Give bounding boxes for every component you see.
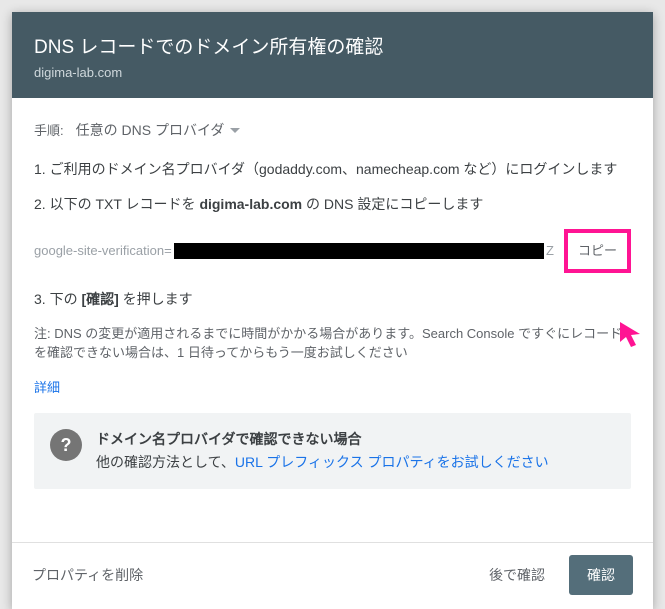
info-box: ? ドメイン名プロバイダで確認できない場合 他の確認方法として、URL プレフィ… [34, 413, 631, 489]
steps-label: 手順: [34, 121, 64, 141]
txt-record-suffix: Z [546, 241, 554, 261]
details-link[interactable]: 詳細 [34, 378, 60, 398]
info-content: ドメイン名プロバイダで確認できない場合 他の確認方法として、URL プレフィック… [96, 429, 549, 473]
dialog-header: DNS レコードでのドメイン所有権の確認 digima-lab.com [12, 12, 653, 98]
step-2-text: 2. 以下の TXT レコードを digima-lab.com の DNS 設定… [34, 194, 631, 215]
txt-record-row: google-site-verification= Z コピー [34, 229, 631, 273]
info-title: ドメイン名プロバイダで確認できない場合 [96, 429, 549, 450]
info-desc-prefix: 他の確認方法として、 [96, 454, 235, 470]
dialog-title: DNS レコードでのドメイン所有権の確認 [34, 32, 631, 59]
txt-record-field[interactable]: google-site-verification= Z [34, 241, 560, 261]
step-3-bold: [確認] [81, 291, 118, 307]
step-3-prefix: 3. 下の [34, 291, 81, 307]
step-3-text: 3. 下の [確認] を押します [34, 289, 631, 310]
step-1-text: 1. ご利用のドメイン名プロバイダ（godaddy.com、namecheap.… [34, 159, 631, 180]
question-icon: ? [50, 429, 82, 461]
dialog-footer: プロパティを削除 後で確認 確認 [12, 542, 653, 609]
dialog-subtitle: digima-lab.com [34, 65, 631, 80]
chevron-down-icon [230, 128, 240, 133]
url-prefix-link[interactable]: URL プレフィックス プロパティをお試しください [235, 454, 549, 470]
later-button[interactable]: 後で確認 [479, 557, 555, 593]
dns-provider-dropdown[interactable]: 任意の DNS プロバイダ [76, 120, 241, 141]
txt-record-masked [174, 243, 544, 259]
txt-record-prefix: google-site-verification= [34, 241, 172, 261]
note-text: 注: DNS の変更が適用されるまでに時間がかかる場合があります。Search … [34, 324, 631, 363]
copy-button[interactable]: コピー [564, 229, 631, 273]
step-2-domain: digima-lab.com [199, 196, 302, 212]
delete-property-link[interactable]: プロパティを削除 [32, 565, 143, 585]
dns-provider-value: 任意の DNS プロバイダ [76, 120, 225, 141]
confirm-button[interactable]: 確認 [569, 555, 633, 595]
step-2-suffix: の DNS 設定にコピーします [302, 196, 483, 212]
dialog-body: 手順: 任意の DNS プロバイダ 1. ご利用のドメイン名プロバイダ（goda… [12, 98, 653, 542]
verify-domain-dialog: DNS レコードでのドメイン所有権の確認 digima-lab.com 手順: … [12, 12, 653, 609]
step-2-prefix: 2. 以下の TXT レコードを [34, 196, 199, 212]
info-desc: 他の確認方法として、URL プレフィックス プロパティをお試しください [96, 452, 549, 473]
steps-row: 手順: 任意の DNS プロバイダ [34, 120, 631, 141]
step-3-suffix: を押します [119, 291, 193, 307]
